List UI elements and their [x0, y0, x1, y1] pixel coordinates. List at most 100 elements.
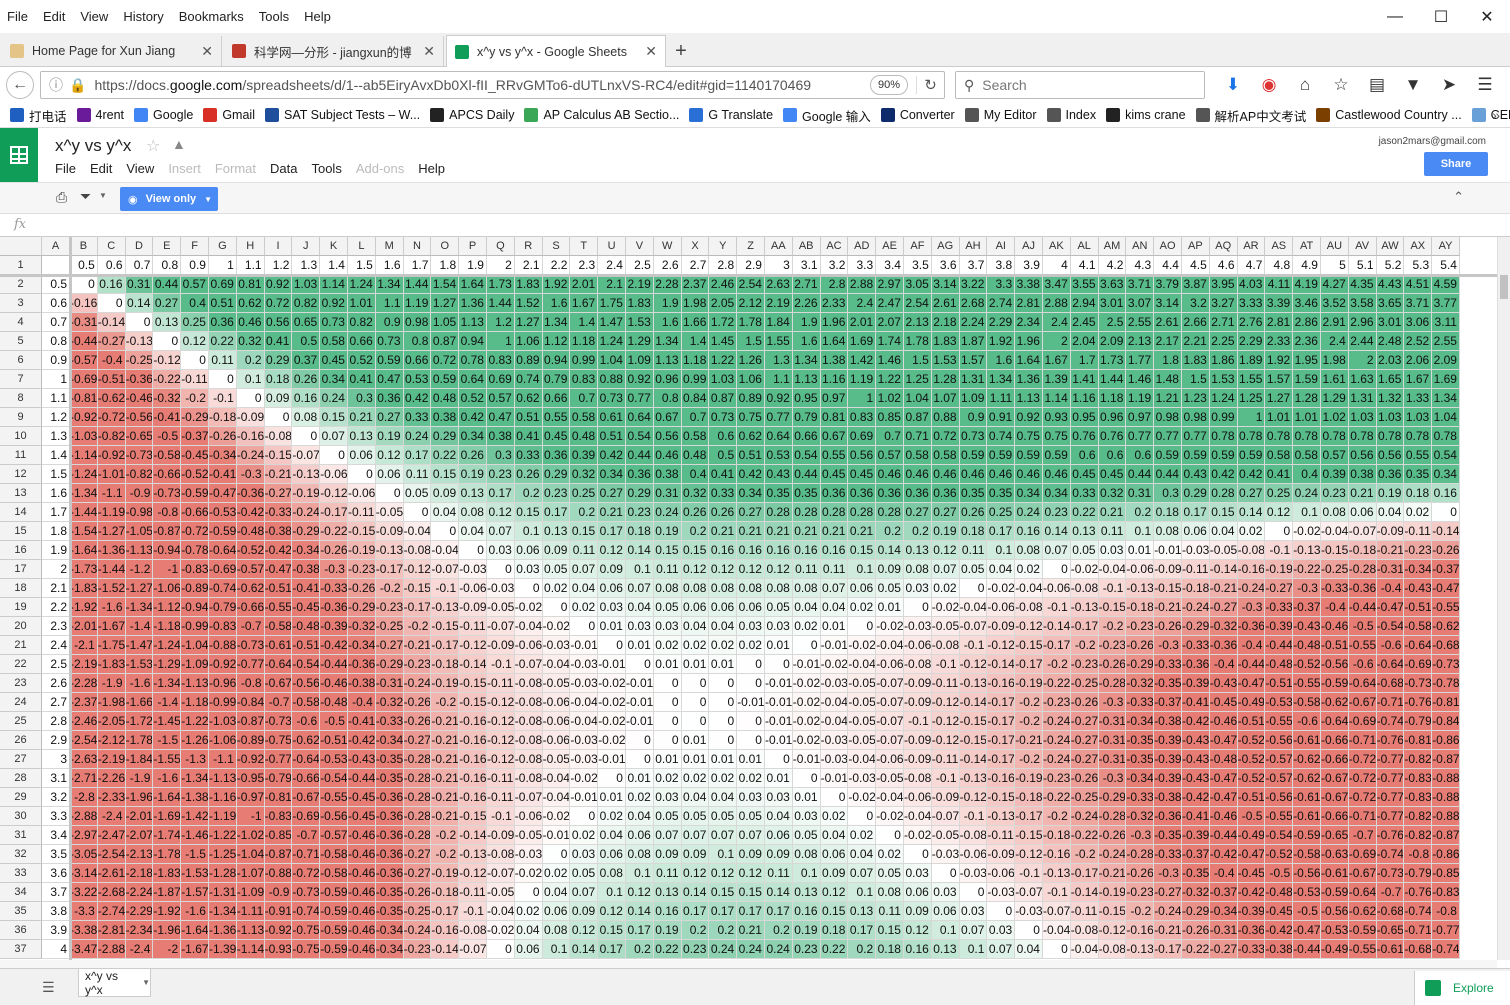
- cell[interactable]: 2.34: [1015, 313, 1043, 332]
- star-icon[interactable]: ☆: [146, 136, 160, 156]
- cell[interactable]: 0.12: [737, 560, 765, 579]
- cell[interactable]: -0.55: [1293, 674, 1321, 693]
- cell[interactable]: 0.59: [1237, 446, 1266, 465]
- cell[interactable]: 0: [959, 883, 988, 902]
- cell[interactable]: -0.07: [431, 560, 460, 579]
- cell[interactable]: -0.46: [348, 826, 376, 845]
- cell[interactable]: 1.73: [1098, 351, 1127, 370]
- cell[interactable]: 1.92: [1265, 351, 1294, 370]
- sheets-menu-file[interactable]: File: [48, 161, 83, 176]
- browser-tab[interactable]: Home Page for Xun Jiang ✕: [2, 36, 222, 66]
- cell[interactable]: -0.98: [125, 503, 154, 522]
- cell[interactable]: 0.25: [570, 484, 599, 503]
- cell[interactable]: 1.02: [1321, 408, 1349, 427]
- cell[interactable]: 0: [904, 598, 932, 617]
- cell[interactable]: -0.06: [987, 598, 1016, 617]
- cell[interactable]: 0.13: [848, 902, 877, 921]
- cell[interactable]: 0.02: [737, 769, 765, 788]
- cell[interactable]: 0.36: [848, 484, 877, 503]
- cell[interactable]: 0.17: [681, 902, 710, 921]
- cell[interactable]: -0.17: [987, 712, 1016, 731]
- cell[interactable]: 2.8: [709, 256, 738, 275]
- cell[interactable]: -1.6: [125, 674, 154, 693]
- cell[interactable]: -0.03: [570, 750, 599, 769]
- cell[interactable]: -0.15: [459, 807, 487, 826]
- cell[interactable]: 0.88: [598, 370, 626, 389]
- cell[interactable]: -0.55: [1348, 940, 1377, 959]
- cell[interactable]: 2.19: [765, 294, 793, 313]
- cell[interactable]: 1.8: [42, 522, 70, 541]
- cell[interactable]: -0.17: [987, 750, 1016, 769]
- cell[interactable]: 2.97: [876, 275, 904, 294]
- cell[interactable]: 3.79: [1154, 275, 1182, 294]
- cell[interactable]: 0.08: [792, 579, 821, 598]
- cell[interactable]: 0.03: [737, 617, 765, 636]
- cell[interactable]: -0.89: [236, 731, 265, 750]
- cell[interactable]: -0.16: [459, 750, 487, 769]
- cell[interactable]: 1.06: [737, 370, 765, 389]
- cell[interactable]: -0.51: [1265, 674, 1294, 693]
- cell[interactable]: -3.05: [70, 845, 98, 864]
- cell[interactable]: 2.07: [876, 313, 904, 332]
- cell[interactable]: -0.24: [1237, 579, 1266, 598]
- menu-help[interactable]: Help: [297, 9, 339, 24]
- cell[interactable]: -0.66: [1321, 731, 1349, 750]
- cell[interactable]: 1.52: [514, 294, 543, 313]
- cell[interactable]: 0.04: [1015, 940, 1043, 959]
- cell[interactable]: -0.49: [1321, 940, 1349, 959]
- cell[interactable]: -0.21: [1154, 598, 1182, 617]
- cell[interactable]: -0.21: [264, 465, 293, 484]
- cell[interactable]: 0.17: [737, 902, 765, 921]
- cell[interactable]: -1.75: [97, 636, 126, 655]
- cell[interactable]: 2.88: [848, 275, 877, 294]
- cell[interactable]: -0.11: [1070, 902, 1099, 921]
- cell[interactable]: -0.21: [1098, 864, 1127, 883]
- cell[interactable]: 1.6: [987, 351, 1016, 370]
- cell[interactable]: -0.24: [1070, 807, 1099, 826]
- row-header[interactable]: 31: [0, 826, 42, 845]
- cell[interactable]: 0.04: [709, 788, 738, 807]
- cell[interactable]: 0.17: [709, 902, 738, 921]
- cell[interactable]: 3.52: [1321, 294, 1349, 313]
- cell[interactable]: 0.01: [598, 617, 626, 636]
- cell[interactable]: 1.38: [820, 351, 849, 370]
- print-icon[interactable]: ⎙: [56, 189, 67, 206]
- cell[interactable]: -0.62: [236, 579, 265, 598]
- cell[interactable]: -0.47: [264, 560, 293, 579]
- cell[interactable]: -0.37: [1209, 883, 1238, 902]
- column-header[interactable]: N: [403, 237, 432, 256]
- cell[interactable]: 1.31: [1348, 389, 1377, 408]
- cell[interactable]: -0.35: [1126, 750, 1155, 769]
- cell[interactable]: -0.26: [320, 541, 348, 560]
- cell[interactable]: 4.6: [1209, 256, 1238, 275]
- cell[interactable]: -0.45: [1237, 864, 1266, 883]
- cell[interactable]: -0.16: [459, 788, 487, 807]
- cell[interactable]: 4.35: [1348, 275, 1377, 294]
- cell[interactable]: 1.74: [876, 332, 904, 351]
- cell[interactable]: 1.3: [292, 256, 321, 275]
- cell[interactable]: -0.6: [1376, 636, 1405, 655]
- cell[interactable]: 0.17: [848, 921, 877, 940]
- cell[interactable]: 0.12: [598, 902, 626, 921]
- cell[interactable]: 0.67: [653, 408, 682, 427]
- cell[interactable]: 0.06: [737, 598, 765, 617]
- cell[interactable]: -1.22: [181, 712, 209, 731]
- cell[interactable]: 0.8: [403, 332, 432, 351]
- cell[interactable]: -0.35: [375, 769, 404, 788]
- cell[interactable]: -0.5: [1293, 902, 1321, 921]
- cell[interactable]: -1.57: [181, 883, 209, 902]
- cell[interactable]: 0: [570, 807, 599, 826]
- cell[interactable]: 0.1: [514, 522, 543, 541]
- cell[interactable]: 0.08: [709, 579, 738, 598]
- cell[interactable]: 0.19: [653, 522, 682, 541]
- cell[interactable]: -0.35: [375, 750, 404, 769]
- cell[interactable]: -0.03: [904, 617, 932, 636]
- row-header[interactable]: 25: [0, 712, 42, 731]
- account-email[interactable]: jason2mars@gmail.com: [1379, 136, 1486, 147]
- cell[interactable]: 0: [987, 902, 1016, 921]
- cell[interactable]: 0.16: [1015, 522, 1043, 541]
- cell[interactable]: 0: [848, 617, 877, 636]
- cell[interactable]: 0.17: [626, 921, 654, 940]
- cell[interactable]: -0.02: [514, 864, 543, 883]
- row-header[interactable]: 23: [0, 674, 42, 693]
